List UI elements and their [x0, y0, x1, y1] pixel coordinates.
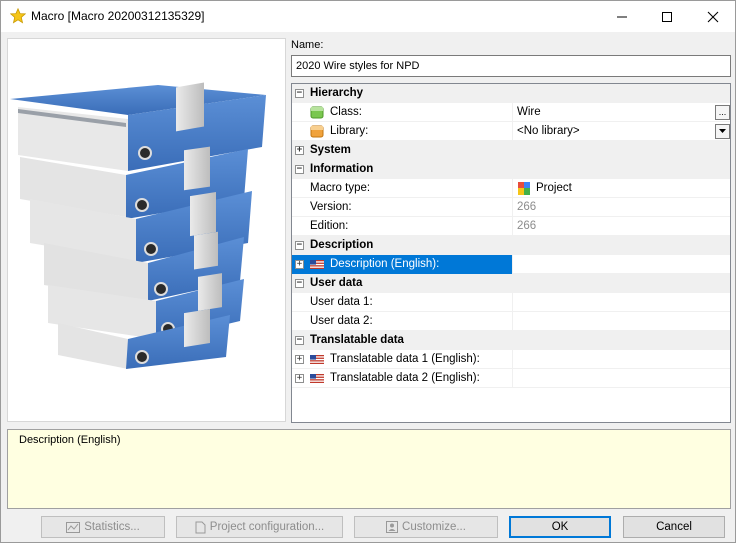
property-row-macro-type[interactable]: Macro type: Project [292, 179, 730, 198]
cancel-button[interactable]: Cancel [623, 516, 725, 538]
edition-value: 266 [517, 220, 537, 232]
property-row-translatable-1[interactable]: + Translatable data 1 (English): [292, 350, 730, 369]
title-bar: Macro [Macro 20200312135329] [1, 1, 735, 32]
expand-icon[interactable]: + [295, 146, 304, 155]
property-row-class[interactable]: Class: Wire ... [292, 103, 730, 122]
property-row-description-english[interactable]: + Description (English): [292, 255, 730, 274]
project-icon [518, 182, 530, 195]
property-row-user-data-1[interactable]: User data 1: [292, 293, 730, 312]
us-flag-icon [310, 374, 324, 383]
property-row-version[interactable]: Version: 266 [292, 198, 730, 217]
customize-button[interactable]: Customize... [354, 516, 498, 538]
library-dropdown-button[interactable] [715, 124, 730, 139]
property-row-translatable-2[interactable]: + Translatable data 2 (English): [292, 369, 730, 388]
category-user-data[interactable]: − User data [292, 274, 730, 293]
us-flag-icon [310, 355, 324, 364]
class-browse-button[interactable]: ... [715, 105, 730, 120]
close-icon [707, 11, 718, 22]
document-icon [195, 521, 206, 533]
us-flag-icon [310, 260, 324, 269]
library-icon [310, 125, 324, 138]
property-grid: − Hierarchy Class: Wire ... Library: <No… [291, 83, 731, 423]
user-icon [386, 521, 399, 533]
minimize-button[interactable] [599, 1, 644, 32]
binders-image [10, 82, 266, 369]
description-panel: Description (English) [7, 429, 731, 509]
ok-button[interactable]: OK [509, 516, 611, 538]
collapse-icon[interactable]: − [295, 165, 304, 174]
category-system[interactable]: + System [292, 141, 730, 160]
library-value: <No library> [517, 125, 580, 137]
property-row-library[interactable]: Library: <No library> [292, 122, 730, 141]
name-input[interactable]: 2020 Wire styles for NPD [291, 55, 731, 77]
collapse-icon[interactable]: − [295, 279, 304, 288]
macro-preview-image [7, 38, 286, 422]
category-information[interactable]: − Information [292, 160, 730, 179]
expand-icon[interactable]: + [295, 355, 304, 364]
macro-dialog: Macro [Macro 20200312135329] Name: 2020 … [0, 0, 736, 543]
window-title: Macro [Macro 20200312135329] [31, 9, 205, 23]
star-icon [10, 8, 26, 24]
macro-type-value: Project [536, 182, 572, 194]
property-row-user-data-2[interactable]: User data 2: [292, 312, 730, 331]
class-value: Wire [517, 106, 541, 118]
collapse-icon[interactable]: − [295, 241, 304, 250]
statistics-button[interactable]: Statistics... [41, 516, 165, 538]
maximize-icon [661, 11, 672, 22]
project-configuration-button[interactable]: Project configuration... [176, 516, 343, 538]
name-label: Name: [291, 39, 324, 51]
minimize-icon [616, 16, 627, 17]
chevron-down-icon [719, 129, 726, 133]
collapse-icon[interactable]: − [295, 89, 304, 98]
description-panel-title: Description (English) [19, 434, 121, 446]
maximize-button[interactable] [644, 1, 689, 32]
collapse-icon[interactable]: − [295, 336, 304, 345]
statistics-icon [66, 521, 81, 533]
expand-icon[interactable]: + [295, 374, 304, 383]
close-button[interactable] [690, 1, 735, 32]
category-translatable-data[interactable]: − Translatable data [292, 331, 730, 350]
property-row-edition[interactable]: Edition: 266 [292, 217, 730, 236]
version-value: 266 [517, 201, 537, 213]
class-icon [310, 106, 324, 119]
category-description[interactable]: − Description [292, 236, 730, 255]
expand-icon[interactable]: + [295, 260, 304, 269]
category-hierarchy[interactable]: − Hierarchy [292, 84, 730, 103]
